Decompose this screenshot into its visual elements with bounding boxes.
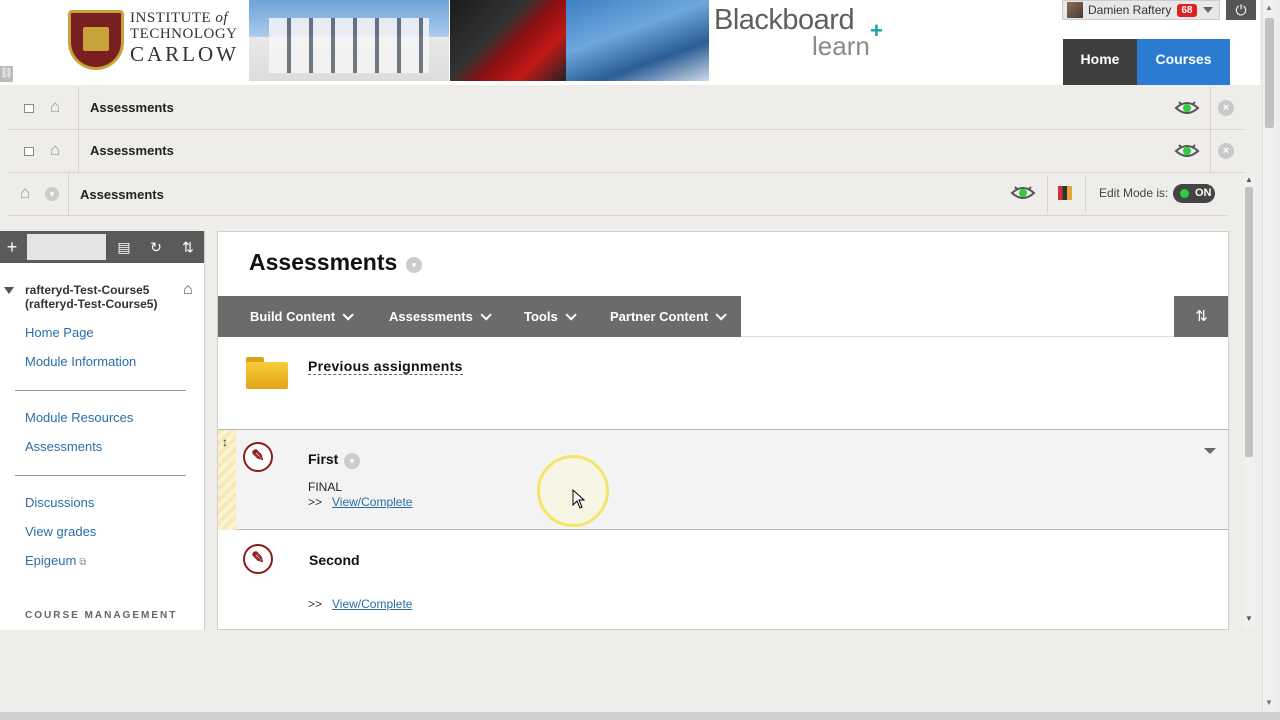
campus-photo [249,0,449,81]
divider [15,390,186,391]
chevron-down-icon[interactable] [1204,448,1216,454]
window-bottom-edge [0,712,1280,720]
chevron-down-icon[interactable]: ▾ [45,187,59,201]
brand-sub: learn [812,31,870,61]
user-name: Damien Raftery [1088,3,1172,17]
view-complete-link[interactable]: View/Complete [332,597,412,611]
brand-plus-icon: + [870,18,883,43]
scroll-up-icon[interactable]: ▲ [1265,3,1273,12]
institute-logo[interactable]: INSTITUTE of TECHNOLOGY CARLOW [68,8,238,70]
window-icon[interactable] [24,147,34,156]
item-prefix: >> [308,495,323,509]
student-preview-icon[interactable] [1010,183,1036,208]
tab-courses[interactable]: Courses [1137,39,1230,85]
menu-search-field[interactable] [27,234,106,260]
breadcrumb-label[interactable]: Assessments [90,100,174,115]
sidebar-item-discussions[interactable]: Discussions [25,495,94,510]
page-scrollbar[interactable]: ▲ ▼ [1262,0,1276,720]
divider [15,475,186,476]
reorder-button[interactable]: ⇅ [1174,296,1228,337]
page-title: Assessments [249,249,398,275]
partner-content-menu[interactable]: Partner Content [610,309,723,324]
view-complete-link[interactable]: View/Complete [332,495,412,509]
student-preview-icon[interactable] [1174,98,1200,123]
sidebar-item-label: Epigeum [25,553,77,568]
breadcrumb-row-2: ⌂ Assessments × [8,130,1245,173]
tools-menu[interactable]: Tools [524,309,573,324]
edit-mode-label: Edit Mode is: [1099,186,1169,200]
blackboard-logo: Blackboard learn + [714,4,883,61]
window-icon[interactable] [24,104,34,113]
content-area: Assessments ▾ Build Content Assessments … [217,231,1229,630]
sidebar-item-module-resources[interactable]: Module Resources [25,410,133,425]
content-scrollbar[interactable]: ▲ ▼ [1243,175,1255,629]
breadcrumb-row-1: ⌂ Assessments × [8,87,1245,130]
folder-view-icon[interactable]: ▤ [110,231,138,263]
drag-arrow-icon: ↕ [222,435,228,449]
collapse-icon[interactable] [4,287,14,294]
course-title[interactable]: rafteryd-Test-Course5 (rafteryd-Test-Cou… [25,283,175,311]
test-icon: ✎ [243,442,273,472]
color-palette-icon[interactable] [1058,186,1072,200]
sidebar-item-home-page[interactable]: Home Page [25,325,94,340]
list-item[interactable]: ↕ ✎ First ▾ FINAL >> View/Complete [218,429,1228,530]
abstract-photo [566,0,709,81]
scroll-thumb[interactable] [1265,18,1274,128]
course-menu-toolbar: + ▤ ↻ ⇅ [0,231,204,263]
chevron-down-icon[interactable]: ▾ [406,257,422,273]
refresh-icon[interactable]: ↻ [142,231,170,263]
course-menu: + ▤ ↻ ⇅ rafteryd-Test-Course5 (rafteryd-… [0,231,205,630]
home-icon[interactable]: ⌂ [50,97,60,117]
item-description: FINAL [308,480,343,494]
folder-icon [246,357,288,391]
scroll-up-icon[interactable]: ▲ [1245,175,1253,184]
sidebar-item-view-grades[interactable]: View grades [25,524,96,539]
user-menu[interactable]: Damien Raftery 68 [1062,0,1220,20]
link-icon[interactable]: ⛓ [0,66,13,82]
reorder-icon[interactable]: ⇅ [174,231,202,263]
sidebar-item-module-information[interactable]: Module Information [25,354,136,369]
home-icon[interactable]: ⌂ [50,140,60,160]
chevron-down-icon[interactable] [1202,7,1213,13]
avatar [1067,2,1083,18]
home-icon[interactable]: ⌂ [20,183,30,203]
build-content-menu[interactable]: Build Content [250,309,350,324]
sidebar-item-epigeum[interactable]: Epigeum ⧉ [25,553,86,568]
logout-button[interactable]: ⏻ [1226,0,1256,20]
close-icon[interactable]: × [1218,143,1234,159]
sidebar-item-assessments[interactable]: Assessments [25,439,102,454]
scroll-thumb[interactable] [1245,187,1253,457]
close-icon[interactable]: × [1218,100,1234,116]
assessments-menu[interactable]: Assessments [389,309,488,324]
edit-mode-toggle[interactable]: ON [1173,184,1215,203]
tab-home[interactable]: Home [1063,39,1137,85]
chevron-down-icon[interactable]: ▾ [344,453,360,469]
external-link-icon: ⧉ [79,557,87,568]
home-icon[interactable]: ⌂ [183,281,193,299]
add-menu-item-button[interactable]: + [0,231,24,263]
breadcrumb-label[interactable]: Assessments [80,187,164,202]
scroll-down-icon[interactable]: ▼ [1265,698,1273,707]
logo-text-of: of [215,10,229,26]
graduation-photo [450,0,566,81]
item-title[interactable]: Second [309,552,360,568]
logo-text-institute: INSTITUTE [130,10,212,26]
section-header: COURSE MANAGEMENT [25,610,178,621]
item-prefix: >> [308,597,323,611]
scroll-down-icon[interactable]: ▼ [1245,614,1253,623]
breadcrumb-label[interactable]: Assessments [90,143,174,158]
crest-icon [68,10,124,70]
drag-handle[interactable]: ↕ [218,430,236,530]
notification-badge[interactable]: 68 [1177,3,1197,17]
action-bar: Build Content Assessments Tools Partner … [218,296,741,337]
breadcrumb: ⌂ ▾ Assessments Edit Mode is: ON [8,172,1228,216]
edit-mode-value: ON [1195,187,1212,199]
student-preview-icon[interactable] [1174,141,1200,166]
logo-text-carlow: CARLOW [130,42,239,66]
item-title[interactable]: First [308,451,338,467]
logo-text-technology: TECHNOLOGY [130,26,238,42]
test-icon: ✎ [243,544,273,574]
folder-link[interactable]: Previous assignments [308,358,463,375]
